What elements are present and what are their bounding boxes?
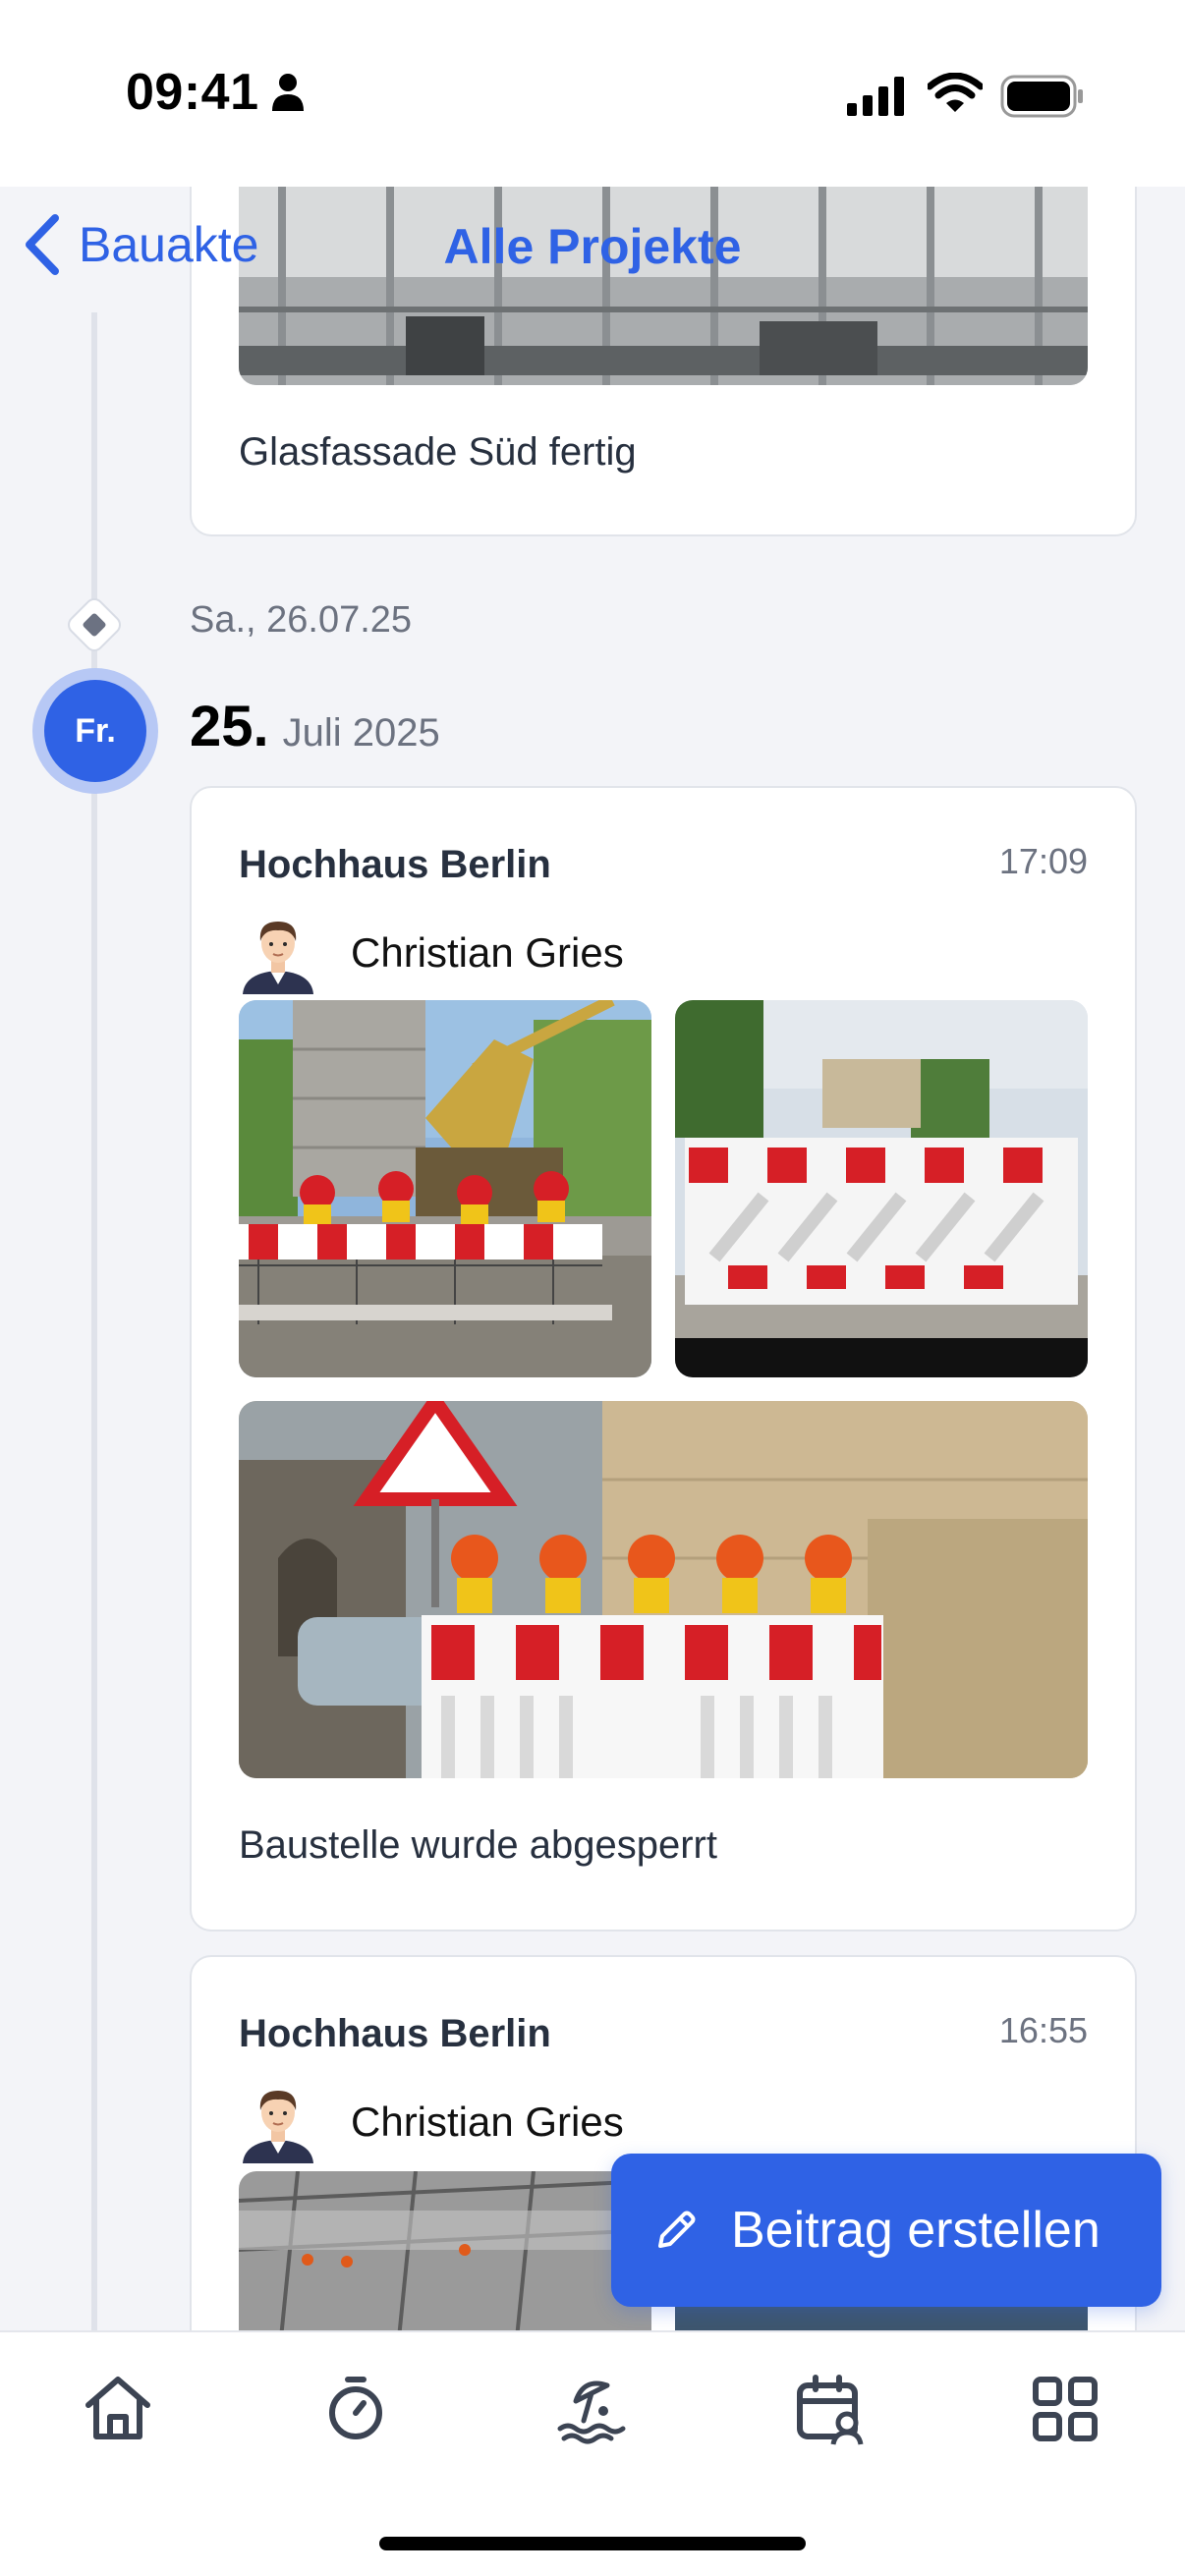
post-time: 17:09	[998, 841, 1088, 881]
active-day-abbrev: Fr.	[44, 680, 146, 782]
post-photo[interactable]	[239, 1401, 1088, 1778]
month-year: Juli 2025	[282, 711, 440, 755]
wifi-icon	[928, 73, 983, 112]
active-day-bubble: Fr.	[32, 668, 158, 794]
grid-icon[interactable]	[1028, 2372, 1102, 2446]
person-icon	[272, 74, 304, 111]
post-card[interactable]: Hochhaus Berlin 17:09 Christian Gries Ba…	[190, 786, 1137, 1932]
battery-icon	[1000, 75, 1083, 118]
calendar-user-icon[interactable]	[792, 2372, 867, 2446]
author-row: Christian Gries	[239, 912, 624, 994]
home-indicator	[379, 2537, 806, 2550]
day-header: 25. Juli 2025	[190, 694, 440, 759]
stopwatch-icon[interactable]	[318, 2372, 393, 2446]
create-post-button[interactable]: Beitrag erstellen	[611, 2154, 1161, 2307]
cellular-signal-icon	[847, 77, 904, 116]
post-card-previous[interactable]: Glasfassade Süd fertig	[190, 157, 1137, 536]
status-bar: 09:41	[0, 0, 1185, 187]
empty-day-label: Sa., 26.07.25	[190, 599, 413, 641]
timeline-day-marker	[63, 593, 126, 656]
post-text: Glasfassade Süd fertig	[239, 430, 637, 474]
home-icon[interactable]	[81, 2372, 155, 2446]
post-project-title: Hochhaus Berlin	[239, 843, 551, 886]
post-project-title: Hochhaus Berlin	[239, 2012, 551, 2055]
page-title: Alle Projekte	[443, 219, 742, 274]
post-text: Baustelle wurde abgesperrt	[239, 1823, 717, 1867]
pencil-icon	[658, 2211, 696, 2248]
post-photo[interactable]	[675, 1000, 1088, 1377]
day-number: 25.	[190, 695, 269, 758]
avatar	[243, 922, 313, 994]
post-time: 16:55	[998, 2010, 1088, 2050]
status-time: 09:41	[126, 64, 259, 121]
avatar	[243, 2091, 313, 2163]
author-name: Christian Gries	[351, 929, 624, 976]
post-photo[interactable]	[239, 1000, 651, 1377]
beach-vacation-icon[interactable]	[554, 2372, 629, 2446]
create-post-label: Beitrag erstellen	[731, 2202, 1100, 2259]
author-row: Christian Gries	[239, 2081, 624, 2163]
author-name: Christian Gries	[351, 2099, 624, 2145]
